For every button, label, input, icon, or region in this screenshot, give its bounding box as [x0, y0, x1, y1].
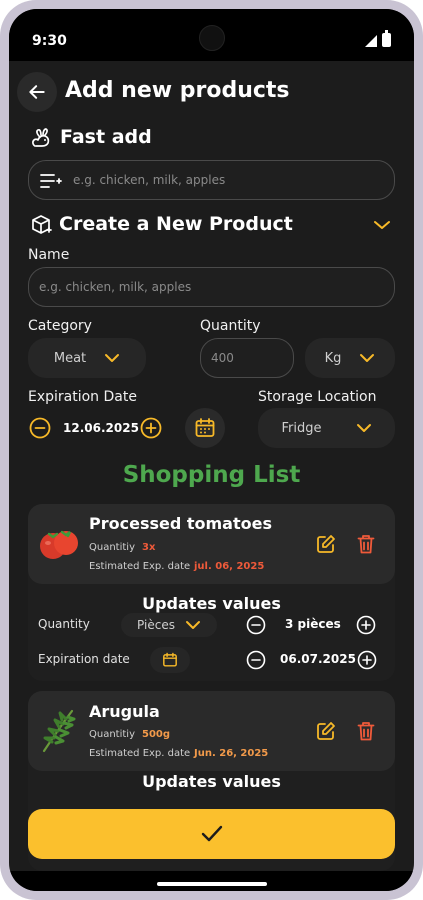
- calendar-button[interactable]: [185, 408, 225, 448]
- confirm-button[interactable]: [28, 809, 395, 859]
- item-name: Arugula: [89, 702, 160, 721]
- chevron-down-icon: [356, 424, 371, 432]
- tomato-icon: [40, 530, 78, 559]
- item-quantity-label: Quantitiy: [89, 542, 135, 553]
- trash-icon[interactable]: [357, 721, 375, 741]
- list-item[interactable]: Arugula Quantitiy 500g Estimated Exp. da…: [28, 691, 395, 771]
- storage-value: Fridge: [281, 420, 322, 436]
- updates-title: Updates values: [142, 772, 281, 791]
- minus-circle-icon[interactable]: [29, 417, 51, 439]
- calendar-icon: [163, 652, 177, 667]
- plus-circle-icon[interactable]: [356, 615, 376, 635]
- storage-select[interactable]: Fridge: [258, 408, 395, 448]
- plus-circle-icon[interactable]: [357, 650, 377, 670]
- calendar-icon: [195, 418, 215, 437]
- expiration-label: Expiration Date: [28, 389, 137, 405]
- screen: 9:30 Add new products Fast add e.g. chic…: [9, 9, 414, 891]
- home-indicator[interactable]: [157, 882, 267, 886]
- storage-label: Storage Location: [258, 389, 377, 405]
- calendar-button[interactable]: [150, 647, 190, 673]
- box-plus-icon: [32, 215, 52, 234]
- minus-circle-icon[interactable]: [246, 615, 266, 635]
- fast-add-placeholder: e.g. chicken, milk, apples: [73, 173, 226, 187]
- item-exp-label: Estimated Exp. date: [89, 561, 191, 572]
- quantity-label: Quantity: [200, 318, 261, 334]
- category-select[interactable]: Meat: [28, 338, 146, 378]
- edit-icon[interactable]: [316, 721, 336, 741]
- chevron-down-icon[interactable]: [373, 219, 391, 231]
- item-exp-value: Jun. 26, 2025: [194, 748, 269, 759]
- camera-cutout: [199, 25, 225, 51]
- stepper-quantity: 3 pièces: [285, 617, 341, 631]
- unit-select-value: Pièces: [137, 618, 175, 632]
- status-bar: 9:30: [9, 9, 414, 61]
- unit-value: Kg: [324, 350, 342, 366]
- item-quantity-value: 500g: [142, 729, 171, 740]
- row-exp-label: Expiration date: [38, 652, 130, 666]
- item-exp-label: Estimated Exp. date: [89, 748, 191, 759]
- plus-circle-icon[interactable]: [140, 417, 162, 439]
- minus-circle-icon[interactable]: [246, 650, 266, 670]
- chevron-down-icon: [360, 354, 375, 362]
- arrow-left-icon: [29, 85, 45, 99]
- quantity-placeholder: 400: [211, 351, 234, 365]
- updates-title: Updates values: [142, 594, 281, 613]
- list-add-icon: [40, 174, 62, 188]
- item-quantity-label: Quantitiy: [89, 729, 135, 740]
- chevron-down-icon: [185, 621, 200, 629]
- back-button[interactable]: [17, 72, 57, 112]
- fast-add-title: Fast add: [60, 126, 152, 148]
- list-item[interactable]: Processed tomatoes Quantitiy 3x Estimate…: [28, 504, 395, 584]
- check-icon: [201, 825, 222, 842]
- chevron-down-icon: [105, 354, 120, 362]
- name-input[interactable]: e.g. chicken, milk, apples: [28, 267, 395, 307]
- category-label: Category: [28, 318, 92, 334]
- page-title: Add new products: [65, 78, 290, 103]
- quantity-input[interactable]: 400: [200, 338, 294, 378]
- unit-select[interactable]: Kg: [305, 338, 395, 378]
- trash-icon[interactable]: [357, 534, 375, 554]
- rabbit-icon: [32, 128, 50, 147]
- battery-icon: [382, 30, 391, 47]
- stepper-date: 06.07.2025: [280, 652, 356, 666]
- gesture-area: [9, 871, 414, 891]
- item-name: Processed tomatoes: [89, 514, 272, 533]
- fast-add-input[interactable]: e.g. chicken, milk, apples: [28, 160, 395, 200]
- name-placeholder: e.g. chicken, milk, apples: [39, 280, 192, 294]
- edit-icon[interactable]: [316, 534, 336, 554]
- expiration-value: 12.06.2025: [63, 421, 139, 435]
- signal-icon: [365, 35, 377, 47]
- status-time: 9:30: [32, 33, 67, 49]
- arugula-icon: [42, 709, 76, 753]
- phone-frame: 9:30 Add new products Fast add e.g. chic…: [0, 0, 423, 900]
- item-quantity-value: 3x: [142, 542, 156, 553]
- name-label: Name: [28, 247, 70, 263]
- row-quantity-label: Quantity: [38, 617, 90, 631]
- item-exp-value: jul. 06, 2025: [194, 561, 265, 572]
- create-product-title: Create a New Product: [59, 213, 293, 235]
- category-value: Meat: [53, 350, 87, 366]
- unit-select[interactable]: Pièces: [121, 613, 217, 637]
- shopping-list-title: Shopping List: [122, 462, 301, 488]
